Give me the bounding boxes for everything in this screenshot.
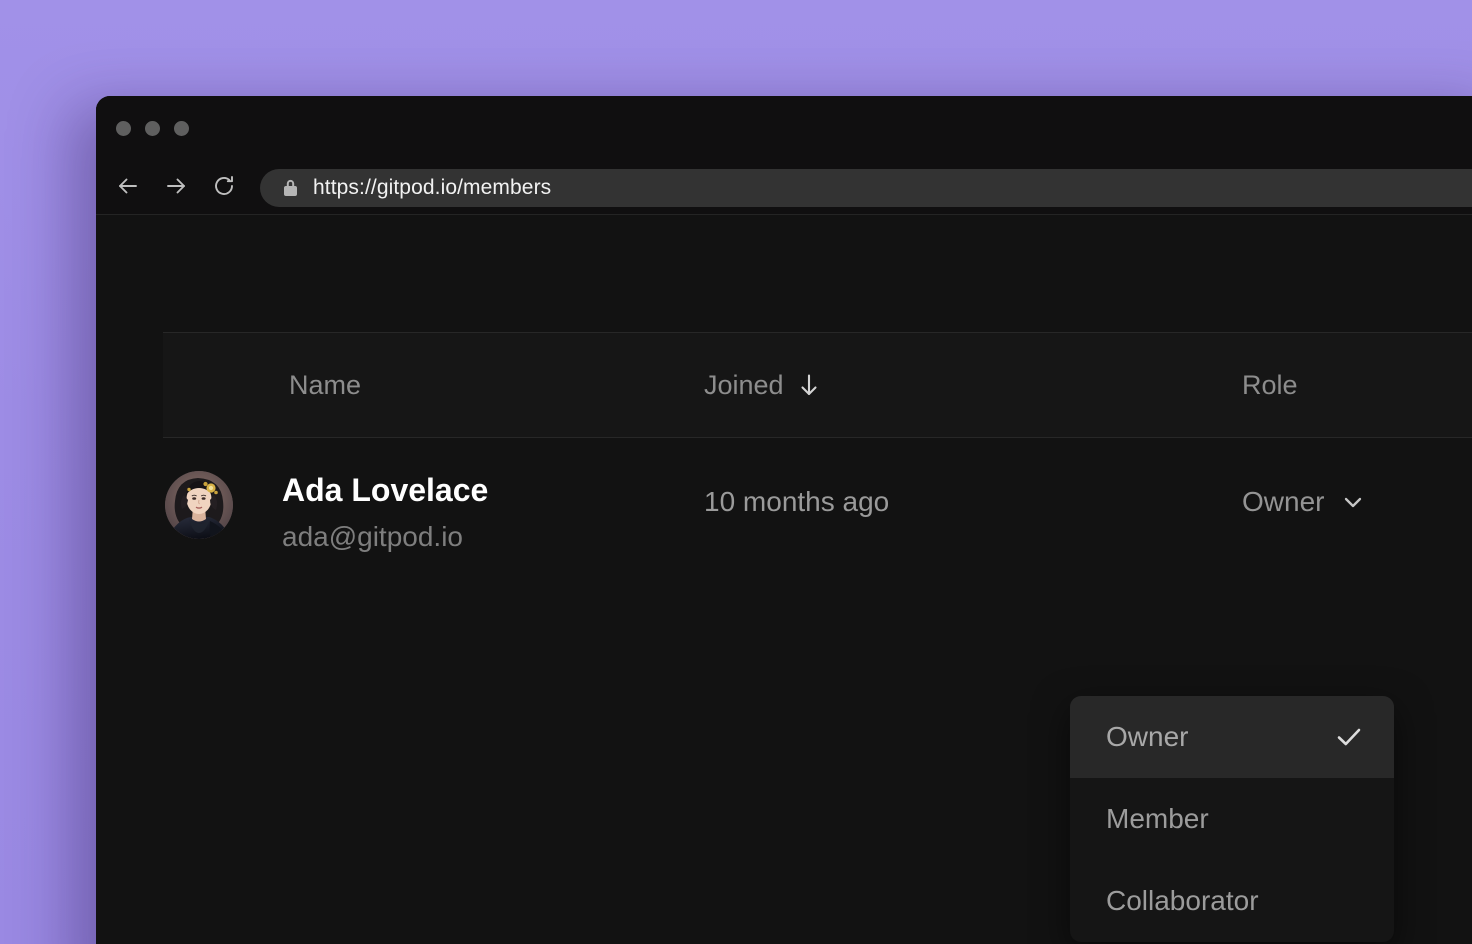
members-table: Name Joined Role Ada Lovelace ada@gitpod… [163, 332, 1472, 593]
role-option-owner-label: Owner [1106, 721, 1189, 752]
user-avatar-portrait [165, 471, 233, 539]
role-option-owner[interactable]: Owner [1070, 696, 1394, 778]
role-option-collaborator-label: Collaborator [1106, 885, 1259, 916]
column-header-role[interactable]: Role [1242, 333, 1298, 437]
member-joined: 10 months ago [704, 486, 890, 517]
role-dropdown-trigger-label: Owner [1242, 486, 1325, 517]
member-email: ada@gitpod.io [282, 521, 464, 552]
avatar [165, 471, 233, 539]
table-row: Ada Lovelace ada@gitpod.io 10 months ago… [163, 438, 1472, 593]
column-header-joined-label: Joined [704, 369, 784, 400]
window-maximize-button[interactable] [174, 121, 189, 136]
role-option-member[interactable]: Member [1070, 778, 1394, 860]
chevron-down-icon [1340, 489, 1366, 515]
column-header-name[interactable]: Name [289, 333, 361, 437]
window-close-button[interactable] [116, 121, 131, 136]
member-name: Ada Lovelace [282, 472, 489, 508]
browser-title-bar [96, 96, 1472, 158]
back-arrow-icon[interactable] [112, 170, 144, 202]
reload-icon[interactable] [208, 170, 240, 202]
role-option-member-label: Member [1106, 803, 1209, 834]
column-header-name-label: Name [289, 369, 362, 400]
browser-toolbar: https://gitpod.io/members [96, 158, 1472, 215]
column-header-role-label: Role [1242, 369, 1298, 400]
check-icon [1336, 726, 1362, 748]
role-dropdown-trigger[interactable]: Owner [1242, 486, 1366, 518]
lock-icon [282, 178, 299, 198]
role-dropdown-menu: Owner Member Collaborator [1070, 696, 1394, 942]
browser-window: https://gitpod.io/members Name Joined Ro… [96, 96, 1472, 944]
window-minimize-button[interactable] [145, 121, 160, 136]
address-bar[interactable]: https://gitpod.io/members [260, 169, 1472, 207]
table-header-row: Name Joined Role [163, 332, 1472, 438]
member-identity: Ada Lovelace ada@gitpod.io [282, 468, 488, 558]
screenshot-stage: https://gitpod.io/members Name Joined Ro… [0, 0, 1472, 944]
arrow-down-icon [797, 372, 821, 398]
address-bar-url: https://gitpod.io/members [313, 176, 552, 199]
forward-arrow-icon[interactable] [160, 170, 192, 202]
column-header-joined[interactable]: Joined [704, 333, 821, 437]
role-option-collaborator[interactable]: Collaborator [1070, 860, 1394, 942]
page-content: Name Joined Role Ada Lovelace ada@gitpod… [96, 215, 1472, 944]
